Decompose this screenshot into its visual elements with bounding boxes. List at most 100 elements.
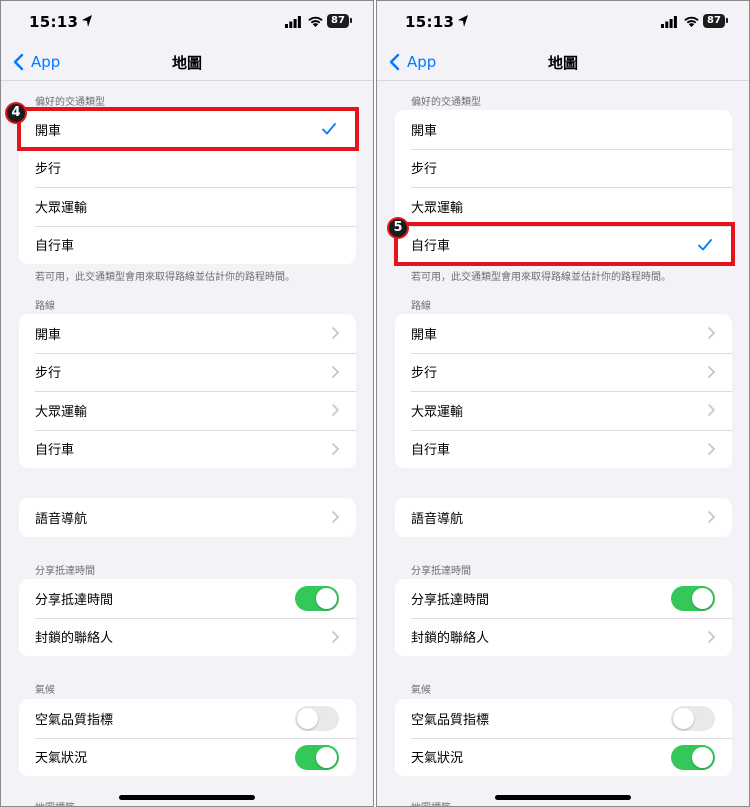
step-marker: 5	[387, 217, 409, 239]
toggle-knob	[316, 588, 337, 609]
routes-group: 開車 步行 大眾運輸 自行車	[19, 314, 356, 468]
share-eta-row: 分享抵達時間	[19, 579, 356, 618]
phone-screen-step-4: 15:13 87 App 地圖 偏好的交通類型 開車 步行 大眾運輸 自行車 若…	[0, 0, 374, 807]
toggle-knob	[316, 746, 337, 768]
battery-indicator: 87	[327, 14, 349, 28]
transport-option-drive[interactable]: 開車	[395, 110, 732, 149]
section-header-weather: 氣候	[411, 685, 431, 696]
transport-option-walk[interactable]: 步行	[395, 148, 732, 188]
weather-conditions-toggle[interactable]	[295, 744, 339, 770]
option-label: 開車	[411, 123, 438, 139]
chevron-right-icon	[708, 442, 715, 455]
wifi-icon	[308, 16, 323, 27]
voice-navigation-item[interactable]: 語音導航	[395, 498, 732, 537]
section-header-transport: 偏好的交通類型	[411, 97, 481, 108]
navigation-bar: App 地圖	[1, 43, 373, 81]
step-number: 5	[389, 219, 407, 237]
route-label: 步行	[411, 366, 438, 382]
chevron-right-icon	[332, 365, 339, 378]
transport-option-drive[interactable]: 開車	[19, 110, 356, 149]
toggle-knob	[692, 746, 713, 768]
status-bar: 15:13 87	[377, 1, 749, 43]
page-title: 地圖	[547, 54, 578, 72]
voice-navigation-group: 語音導航	[19, 498, 356, 537]
chevron-right-icon	[708, 327, 715, 339]
section-footer-transport: 若可用，此交通類型會用來取得路線並估計你的路程時間。	[35, 272, 295, 283]
section-header-map-labels: 地圖標籤	[411, 799, 451, 806]
share-eta-toggle[interactable]	[295, 586, 339, 611]
share-eta-group: 分享抵達時間 封鎖的聯絡人	[19, 579, 356, 656]
aqi-label: 空氣品質指標	[411, 712, 490, 728]
cellular-signal-icon	[285, 16, 301, 28]
route-item-transit[interactable]: 大眾運輸	[395, 391, 732, 430]
chevron-right-icon	[708, 630, 715, 643]
blocked-contacts-item[interactable]: 封鎖的聯絡人	[19, 617, 356, 657]
transport-option-transit[interactable]: 大眾運輸	[19, 187, 356, 226]
aqi-toggle[interactable]	[671, 706, 715, 731]
option-label: 開車	[35, 123, 62, 139]
weather-conditions-row: 天氣狀況	[395, 737, 732, 777]
share-eta-label: 分享抵達時間	[35, 592, 114, 608]
section-header-routes: 路線	[35, 301, 55, 312]
route-label: 自行車	[411, 443, 451, 459]
cellular-signal-icon	[661, 16, 677, 28]
route-item-walk[interactable]: 步行	[395, 352, 732, 392]
route-label: 自行車	[35, 443, 75, 459]
route-item-cycling[interactable]: 自行車	[19, 429, 356, 469]
transport-option-transit[interactable]: 大眾運輸	[395, 187, 732, 226]
toggle-knob	[297, 708, 318, 729]
section-header-transport: 偏好的交通類型	[35, 97, 105, 108]
section-header-weather: 氣候	[35, 685, 55, 696]
weather-conditions-toggle[interactable]	[671, 744, 715, 770]
chevron-right-icon	[708, 365, 715, 378]
share-eta-toggle[interactable]	[671, 586, 715, 611]
aqi-label: 空氣品質指標	[35, 712, 114, 728]
voice-navigation-group: 語音導航	[395, 498, 732, 537]
option-label: 大眾運輸	[35, 200, 88, 216]
section-header-share: 分享抵達時間	[35, 566, 95, 577]
phone-screen-step-5: 15:13 87 App 地圖 偏好的交通類型 開車 步行 大眾運輸 自行車 若…	[376, 0, 750, 807]
aqi-row: 空氣品質指標	[395, 699, 732, 738]
blocked-contacts-label: 封鎖的聯絡人	[35, 631, 114, 647]
home-indicator[interactable]	[119, 795, 255, 800]
weather-group: 空氣品質指標 天氣狀況	[19, 699, 356, 776]
aqi-toggle[interactable]	[295, 706, 339, 731]
option-label: 自行車	[411, 239, 451, 255]
wifi-icon	[684, 16, 699, 27]
route-label: 開車	[35, 327, 62, 343]
battery-indicator: 87	[703, 14, 725, 28]
route-item-walk[interactable]: 步行	[19, 352, 356, 392]
chevron-right-icon	[332, 630, 339, 643]
share-eta-group: 分享抵達時間 封鎖的聯絡人	[395, 579, 732, 656]
toggle-knob	[692, 588, 713, 609]
voice-navigation-item[interactable]: 語音導航	[19, 498, 356, 537]
step-number: 4	[7, 104, 25, 122]
section-header-map-labels: 地圖標籤	[35, 799, 75, 806]
chevron-right-icon	[332, 404, 339, 416]
transport-type-group: 開車 步行 大眾運輸 自行車	[395, 110, 732, 264]
clock: 15:13	[405, 13, 455, 31]
route-item-drive[interactable]: 開車	[19, 314, 356, 353]
section-header-share: 分享抵達時間	[411, 566, 471, 577]
transport-option-cycling[interactable]: 自行車	[395, 225, 732, 265]
step-marker: 4	[5, 102, 27, 124]
route-item-drive[interactable]: 開車	[395, 314, 732, 353]
navigation-bar: App 地圖	[377, 43, 749, 81]
weather-conditions-row: 天氣狀況	[19, 737, 356, 777]
blocked-contacts-item[interactable]: 封鎖的聯絡人	[395, 617, 732, 657]
route-item-cycling[interactable]: 自行車	[395, 429, 732, 469]
share-eta-label: 分享抵達時間	[411, 592, 490, 608]
voice-navigation-label: 語音導航	[411, 511, 464, 527]
blocked-contacts-label: 封鎖的聯絡人	[411, 631, 490, 647]
route-item-transit[interactable]: 大眾運輸	[19, 391, 356, 430]
location-arrow-icon	[82, 15, 92, 27]
home-indicator[interactable]	[495, 795, 631, 800]
weather-group: 空氣品質指標 天氣狀況	[395, 699, 732, 776]
transport-option-walk[interactable]: 步行	[19, 148, 356, 188]
option-label: 自行車	[35, 239, 75, 255]
status-bar: 15:13 87	[1, 1, 373, 43]
weather-conditions-label: 天氣狀況	[35, 751, 88, 767]
page-title: 地圖	[171, 54, 202, 72]
transport-option-cycling[interactable]: 自行車	[19, 225, 356, 265]
route-label: 大眾運輸	[411, 404, 464, 420]
